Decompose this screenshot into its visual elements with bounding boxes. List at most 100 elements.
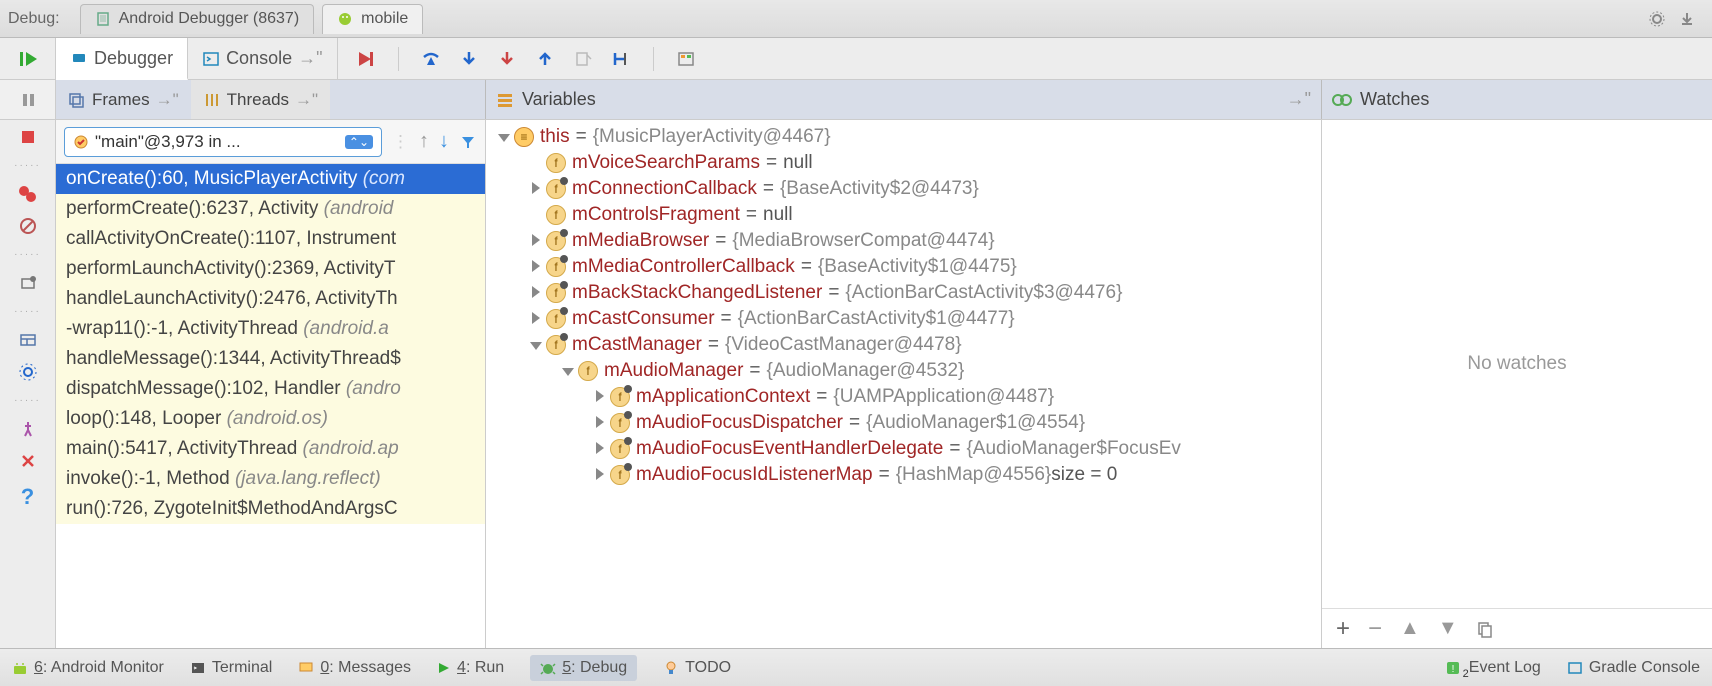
android-icon — [12, 660, 28, 676]
bottom-debug[interactable]: 5: Debug — [530, 655, 637, 681]
field-icon: f — [610, 465, 630, 485]
copy-watch-icon[interactable] — [1476, 620, 1494, 638]
tab-android-debugger[interactable]: Android Debugger (8637) — [80, 4, 315, 34]
frame-row[interactable]: invoke():-1, Method (java.lang.reflect) — [56, 464, 485, 494]
variables-icon — [496, 91, 514, 109]
tab-frames[interactable]: Frames →" — [56, 80, 191, 119]
breakpoints-icon[interactable] — [18, 185, 38, 203]
add-watch-icon[interactable]: + — [1336, 615, 1350, 643]
frame-row[interactable]: -wrap11():-1, ActivityThread (android.a — [56, 314, 485, 344]
remove-watch-icon[interactable]: − — [1368, 615, 1382, 643]
variable-row[interactable]: fmCastConsumer={ActionBarCastActivity$1@… — [486, 306, 1321, 332]
pause-icon[interactable] — [19, 91, 37, 109]
prev-frame-icon[interactable]: ↑ — [419, 130, 429, 153]
step-over-icon[interactable] — [421, 49, 441, 69]
tab-console[interactable]: Console →" — [188, 38, 337, 79]
run-to-cursor-icon[interactable] — [611, 49, 631, 69]
tab-threads[interactable]: Threads →" — [191, 80, 330, 119]
frames-list[interactable]: onCreate():60, MusicPlayerActivity (comp… — [56, 164, 485, 648]
threads-icon — [203, 91, 221, 109]
frame-row[interactable]: onCreate():60, MusicPlayerActivity (com — [56, 164, 485, 194]
watches-panel: No watches + − ▲ ▼ — [1322, 120, 1712, 648]
bottom-event-log[interactable]: ! 2 Event Log — [1445, 659, 1541, 677]
download-icon[interactable] — [1678, 10, 1696, 28]
stop-icon[interactable] — [19, 128, 37, 146]
bottom-terminal[interactable]: Terminal — [190, 659, 272, 677]
help-icon[interactable]: ? — [21, 484, 34, 510]
expand-icon[interactable] — [590, 438, 610, 460]
device-icon — [95, 11, 111, 27]
frame-row[interactable]: handleMessage():1344, ActivityThread$ — [56, 344, 485, 374]
variable-row[interactable]: fmAudioFocusDispatcher={AudioManager$1@4… — [486, 410, 1321, 436]
drop-frame-icon[interactable] — [573, 49, 593, 69]
terminal-icon — [190, 660, 206, 676]
event-log-icon: ! — [1445, 660, 1463, 676]
force-step-into-icon[interactable] — [497, 49, 517, 69]
thread-selector[interactable]: "main"@3,973 in ... ⌃⌄ — [64, 127, 382, 157]
variable-row[interactable]: fmVoiceSearchParams=null — [486, 150, 1321, 176]
field-icon: f — [546, 257, 566, 277]
variable-row[interactable]: fmAudioFocusIdListenerMap={HashMap@4556}… — [486, 462, 1321, 488]
show-execution-point-icon[interactable] — [356, 49, 376, 69]
gradle-icon — [1567, 660, 1583, 676]
close-icon[interactable] — [19, 452, 37, 470]
expand-icon[interactable] — [590, 386, 610, 408]
expand-icon[interactable] — [526, 178, 546, 200]
frame-row[interactable]: dispatchMessage():102, Handler (andro — [56, 374, 485, 404]
frame-row[interactable]: handleLaunchActivity():2476, ActivityTh — [56, 284, 485, 314]
settings-icon[interactable] — [19, 363, 37, 381]
expand-icon[interactable] — [526, 230, 546, 252]
tab-mobile[interactable]: mobile — [322, 4, 423, 34]
frame-row[interactable]: callActivityOnCreate():1107, Instrument — [56, 224, 485, 254]
variable-row[interactable]: fmConnectionCallback={BaseActivity$2@447… — [486, 176, 1321, 202]
variable-row[interactable]: fmApplicationContext={UAMPApplication@44… — [486, 384, 1321, 410]
mute-breakpoints-icon[interactable] — [19, 217, 37, 235]
bottom-run[interactable]: 4: Run — [437, 659, 504, 677]
move-up-icon[interactable]: ▲ — [1400, 617, 1420, 640]
pin-icon[interactable] — [19, 420, 37, 438]
variable-row[interactable]: fmMediaBrowser={MediaBrowserCompat@4474} — [486, 228, 1321, 254]
step-out-icon[interactable] — [535, 49, 555, 69]
field-icon: f — [546, 153, 566, 173]
frame-row[interactable]: run():726, ZygoteInit$MethodAndArgsC — [56, 494, 485, 524]
resume-icon[interactable] — [17, 48, 39, 70]
expand-icon[interactable] — [590, 412, 610, 434]
expand-icon[interactable] — [526, 334, 546, 356]
thread-icon — [73, 134, 89, 150]
frame-row[interactable]: performLaunchActivity():2369, ActivityT — [56, 254, 485, 284]
panel-headers: Frames →" Threads →" Variables →" Watche… — [0, 80, 1712, 120]
next-frame-icon[interactable]: ↓ — [439, 130, 449, 153]
gear-icon[interactable] — [1648, 10, 1666, 28]
expand-icon[interactable] — [526, 308, 546, 330]
frame-row[interactable]: performCreate():6237, Activity (android — [56, 194, 485, 224]
variable-row[interactable]: fmControlsFragment=null — [486, 202, 1321, 228]
tab-debugger[interactable]: Debugger — [56, 38, 188, 80]
bottom-todo[interactable]: TODO — [663, 659, 731, 677]
frame-row[interactable]: loop():148, Looper (android.os) — [56, 404, 485, 434]
variable-row[interactable]: fmMediaControllerCallback={BaseActivity$… — [486, 254, 1321, 280]
bottom-android-monitor[interactable]: 6: Android Monitor — [12, 659, 164, 677]
variable-row[interactable]: ≡this={MusicPlayerActivity@4467} — [486, 124, 1321, 150]
variable-row[interactable]: fmBackStackChangedListener={ActionBarCas… — [486, 280, 1321, 306]
variable-row[interactable]: fmAudioFocusEventHandlerDelegate={AudioM… — [486, 436, 1321, 462]
expand-icon[interactable] — [526, 282, 546, 304]
move-down-icon[interactable]: ▼ — [1438, 617, 1458, 640]
variable-row[interactable]: fmAudioManager={AudioManager@4532} — [486, 358, 1321, 384]
bottom-gradle-console[interactable]: Gradle Console — [1567, 659, 1700, 677]
restore-layout-icon[interactable] — [19, 331, 37, 349]
evaluate-expression-icon[interactable] — [676, 49, 696, 69]
expand-icon[interactable] — [558, 360, 578, 382]
expand-icon[interactable] — [526, 256, 546, 278]
variables-label: Variables — [522, 89, 596, 110]
object-icon: ≡ — [514, 127, 534, 147]
variables-panel[interactable]: ≡this={MusicPlayerActivity@4467}fmVoiceS… — [486, 120, 1322, 648]
variable-row[interactable]: fmCastManager={VideoCastManager@4478} — [486, 332, 1321, 358]
step-into-icon[interactable] — [459, 49, 479, 69]
bottom-messages[interactable]: 0: Messages — [298, 659, 411, 677]
get-thread-dump-icon[interactable] — [19, 274, 37, 292]
bug-icon — [540, 660, 556, 676]
filter-icon[interactable] — [459, 133, 477, 151]
expand-icon[interactable] — [494, 126, 514, 148]
frame-row[interactable]: main():5417, ActivityThread (android.ap — [56, 434, 485, 464]
expand-icon[interactable] — [590, 464, 610, 486]
